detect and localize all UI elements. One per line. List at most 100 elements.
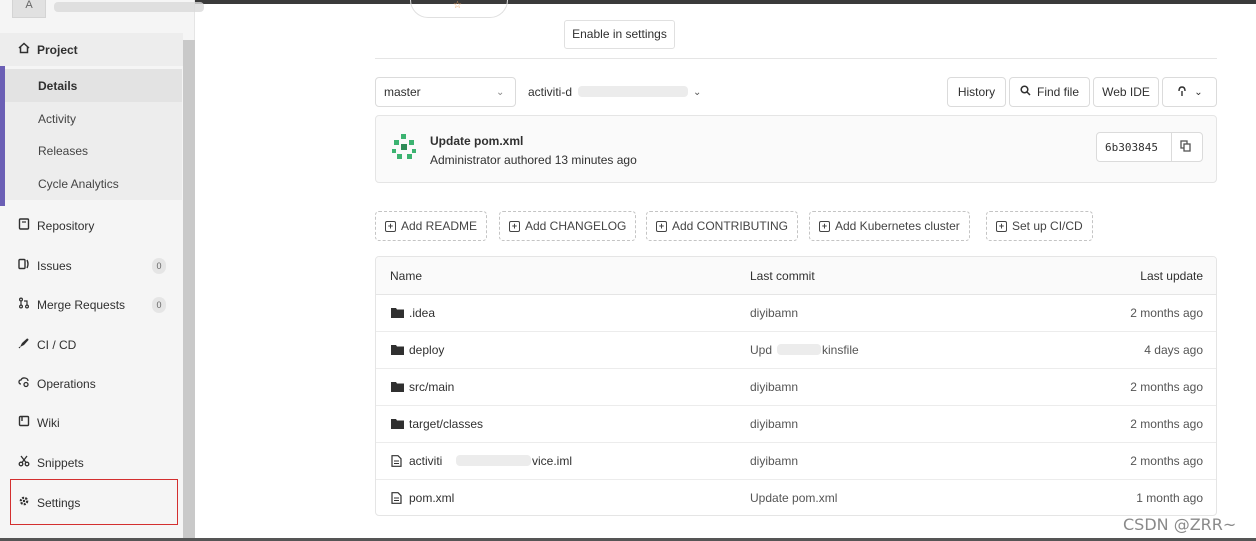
sidebar-item-label: Wiki: [37, 415, 60, 430]
watermark: CSDN @ZRR~: [1123, 515, 1237, 534]
file-table: Name Last commit Last update .idea diyib…: [375, 256, 1217, 516]
commit-message[interactable]: diyibamn: [750, 380, 798, 394]
file-name[interactable]: target/classes: [409, 417, 483, 431]
sidebar-scrollbar[interactable]: [183, 40, 195, 540]
add-kubernetes-button[interactable]: + Add Kubernetes cluster: [809, 211, 970, 241]
commit-sha-box: 6b303845: [1096, 132, 1203, 162]
file-name[interactable]: src/main: [409, 380, 454, 394]
commit-title[interactable]: Update pom.xml: [430, 134, 523, 148]
project-avatar-pill: ☆: [410, 0, 508, 18]
home-icon: [17, 42, 31, 57]
sidebar-subitem-label: Details: [38, 78, 78, 93]
file-name-tail[interactable]: vice.iml: [532, 454, 572, 468]
merge-requests-count-badge: 0: [152, 296, 166, 313]
sidebar-item-snippets[interactable]: Snippets: [0, 446, 183, 479]
table-row[interactable]: .idea diyibamn 2 months ago: [376, 295, 1216, 332]
sidebar: A Project Details Activity Releases Cycl…: [0, 0, 204, 541]
file-name[interactable]: .idea: [409, 306, 435, 320]
copy-icon[interactable]: [1180, 140, 1191, 155]
sidebar-subitem-activity[interactable]: Activity: [5, 102, 182, 135]
add-changelog-button[interactable]: + Add CHANGELOG: [499, 211, 637, 241]
folder-icon: [391, 418, 404, 429]
sidebar-item-wiki[interactable]: Wiki: [0, 406, 183, 439]
sidebar-item-label: Operations: [37, 376, 96, 391]
commit-author-avatar[interactable]: [390, 132, 420, 162]
enable-in-settings-button[interactable]: Enable in settings: [564, 20, 675, 49]
commit-message-tail[interactable]: kinsfile: [822, 343, 859, 357]
clone-icon: [1176, 85, 1188, 100]
file-icon: [391, 492, 404, 504]
sidebar-item-label: Issues: [37, 258, 72, 273]
sidebar-item-operations[interactable]: Operations: [0, 367, 183, 400]
web-ide-label: Web IDE: [1102, 85, 1150, 99]
branch-name: master: [384, 85, 421, 99]
branch-select[interactable]: master ⌄: [375, 77, 516, 107]
book-icon: [17, 415, 31, 430]
sidebar-subitem-label: Cycle Analytics: [38, 176, 119, 191]
sidebar-item-label: Project: [37, 42, 78, 57]
main-content: ☆ Enable in settings master ⌄ activiti-d…: [196, 0, 1256, 541]
scissors-icon: [17, 455, 31, 470]
find-file-button[interactable]: Find file: [1009, 77, 1090, 107]
sidebar-item-label: Repository: [37, 218, 95, 233]
column-header-last-commit: Last commit: [750, 269, 815, 283]
sidebar-subitem-label: Activity: [38, 111, 77, 126]
plus-square-icon: +: [656, 220, 667, 232]
sidebar-item-project[interactable]: Project: [0, 33, 183, 66]
commit-message[interactable]: diyibamn: [750, 306, 798, 320]
path-prefix: activiti-d: [528, 85, 573, 99]
add-contributing-label: Add CONTRIBUTING: [672, 219, 789, 233]
project-avatar[interactable]: A: [12, 0, 46, 18]
divider: [375, 58, 1217, 59]
sidebar-item-label: CI / CD: [37, 337, 77, 352]
sidebar-item-repository[interactable]: Repository: [0, 209, 183, 242]
sidebar-subitem-releases[interactable]: Releases: [5, 134, 182, 167]
sidebar-item-ci-cd[interactable]: CI / CD: [0, 328, 183, 361]
plus-square-icon: +: [996, 220, 1007, 232]
clone-dropdown-button[interactable]: ⌄: [1162, 77, 1217, 107]
star-icon: ☆: [453, 0, 462, 11]
commit-redacted: [777, 344, 821, 355]
commit-message[interactable]: diyibamn: [750, 417, 798, 431]
add-kubernetes-label: Add Kubernetes cluster: [835, 219, 960, 233]
add-changelog-label: Add CHANGELOG: [525, 219, 627, 233]
plus-square-icon: +: [509, 220, 520, 232]
path-breadcrumb[interactable]: activiti-d ⌄: [526, 77, 716, 107]
commit-message[interactable]: Upd: [750, 343, 772, 357]
table-row[interactable]: target/classes diyibamn 2 months ago: [376, 406, 1216, 443]
commit-message[interactable]: Update pom.xml: [750, 491, 837, 505]
add-readme-label: Add README: [401, 219, 478, 233]
chevron-down-icon: ⌄: [693, 86, 702, 98]
commit-message[interactable]: diyibamn: [750, 454, 798, 468]
sidebar-item-label: Snippets: [37, 455, 84, 470]
sidebar-subitem-cycle-analytics[interactable]: Cycle Analytics: [5, 167, 182, 200]
sidebar-item-label: Merge Requests: [37, 297, 126, 312]
sidebar-subitem-details[interactable]: Details: [5, 69, 182, 102]
repository-icon: [17, 218, 31, 233]
table-row[interactable]: deploy Upd kinsfile 4 days ago: [376, 332, 1216, 369]
history-button[interactable]: History: [947, 77, 1006, 107]
column-header-name: Name: [390, 269, 423, 283]
merge-request-icon: [17, 297, 31, 312]
file-name[interactable]: activiti: [409, 454, 442, 468]
setup-ci-cd-button[interactable]: + Set up CI/CD: [986, 211, 1093, 241]
add-readme-button[interactable]: + Add README: [375, 211, 488, 241]
setup-ci-cd-label: Set up CI/CD: [1012, 219, 1083, 233]
sidebar-item-issues[interactable]: Issues 0: [0, 249, 183, 282]
sidebar-item-merge-requests[interactable]: Merge Requests 0: [0, 288, 183, 321]
plus-square-icon: +: [819, 220, 830, 232]
table-row[interactable]: pom.xml Update pom.xml 1 month ago: [376, 480, 1216, 515]
web-ide-button[interactable]: Web IDE: [1093, 77, 1159, 107]
table-header: Name Last commit Last update: [376, 257, 1216, 295]
plus-square-icon: +: [385, 220, 396, 232]
file-name[interactable]: pom.xml: [409, 491, 454, 505]
history-label: History: [957, 85, 996, 99]
add-contributing-button[interactable]: + Add CONTRIBUTING: [646, 211, 799, 241]
file-name[interactable]: deploy: [409, 343, 444, 357]
path-redacted: [578, 86, 688, 97]
table-row[interactable]: src/main diyibamn 2 months ago: [376, 369, 1216, 406]
table-row[interactable]: activiti vice.iml diyibamn 2 months ago: [376, 443, 1216, 480]
commit-sha[interactable]: 6b303845: [1105, 141, 1158, 154]
last-update: 2 months ago: [1130, 306, 1203, 320]
last-commit-panel: Update pom.xml Administrator authored 13…: [375, 115, 1217, 183]
